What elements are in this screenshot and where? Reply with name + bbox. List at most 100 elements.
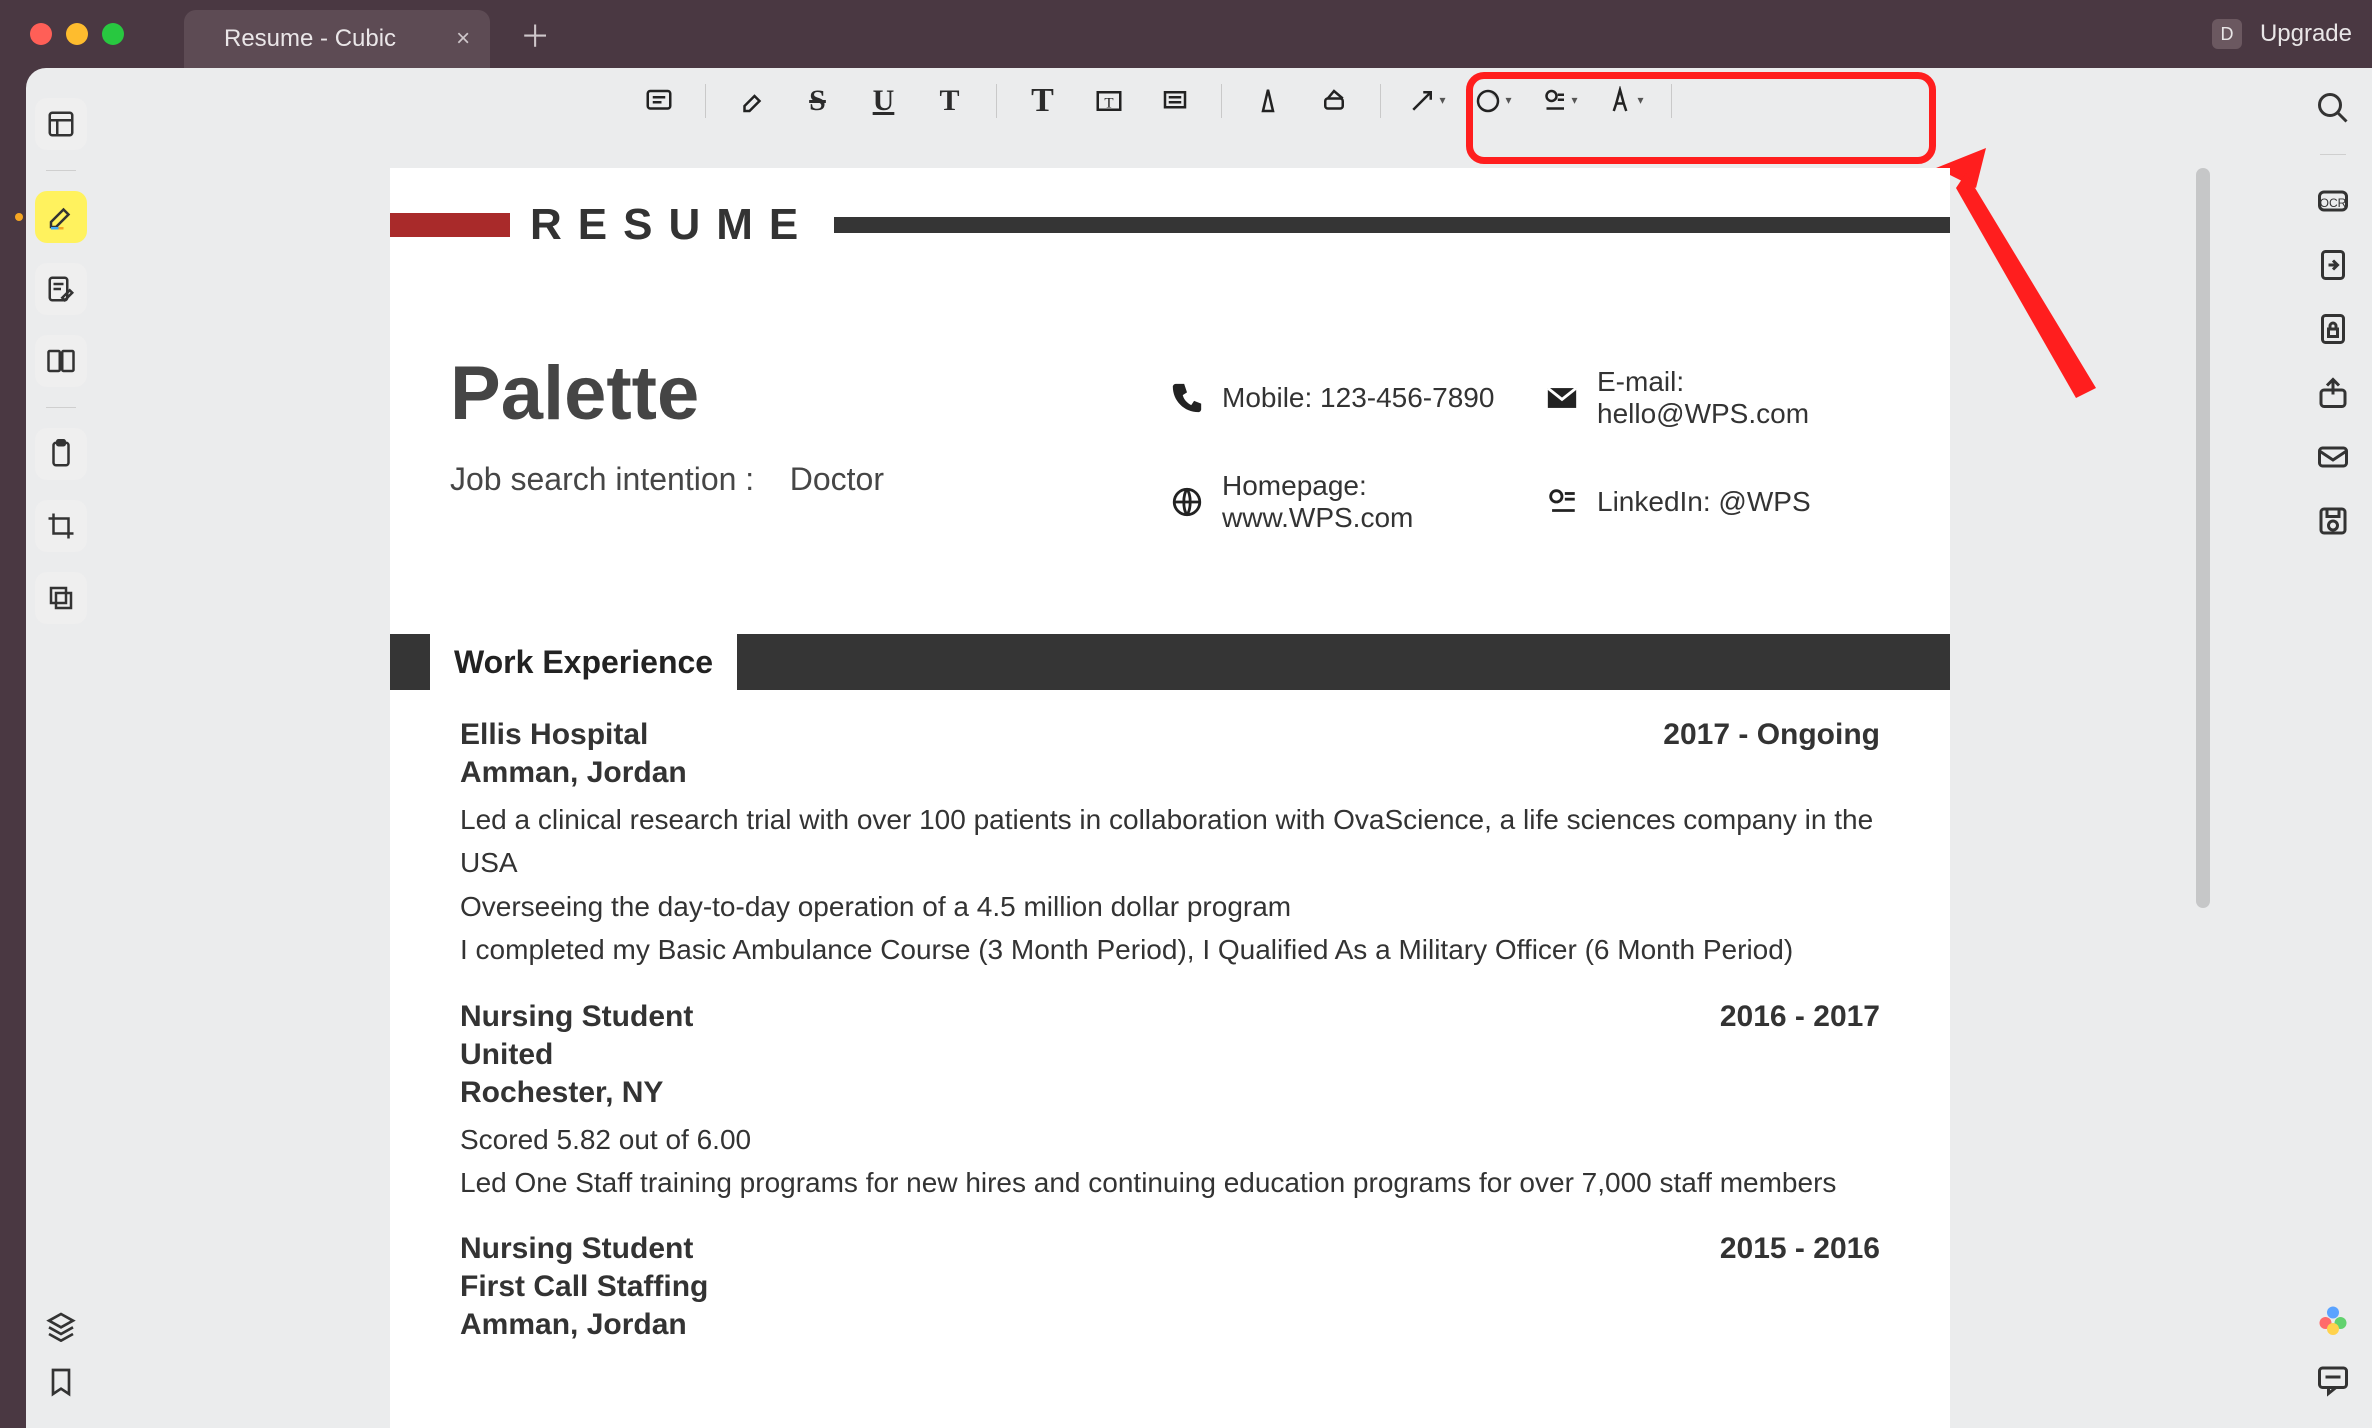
linkedin-icon — [1545, 485, 1579, 519]
highlighter-tool[interactable] — [35, 191, 87, 243]
text-button[interactable]: T — [1015, 76, 1071, 126]
new-tab-button[interactable]: ＋ — [520, 12, 550, 56]
exp-line: I completed my Basic Ambulance Course (3… — [460, 928, 1880, 971]
exp-line: Overseeing the day-to-day operation of a… — [460, 885, 1880, 928]
intent-label: Job search intention : — [450, 461, 754, 497]
exp-title: Nursing Student — [460, 1232, 693, 1266]
document-tab[interactable]: Resume - Cubic × — [184, 10, 490, 68]
protect-button[interactable] — [2315, 311, 2351, 347]
exp-sub: Rochester, NY — [460, 1076, 1880, 1110]
minimize-window-button[interactable] — [66, 23, 88, 45]
mobile-value: 123-456-7890 — [1320, 382, 1494, 413]
compare-icon — [46, 346, 76, 376]
thumbnails-icon — [46, 109, 76, 139]
resume-header: RESUME — [390, 168, 1950, 250]
linkedin-value: @WPS — [1718, 486, 1810, 517]
app-frame: S U T T T — [26, 68, 2372, 1428]
right-rail: OCR — [2294, 68, 2372, 1428]
feedback-button[interactable] — [2315, 1362, 2351, 1398]
save-button[interactable] — [2315, 503, 2351, 539]
scrollbar[interactable] — [2196, 168, 2210, 928]
svg-text:T: T — [1104, 95, 1113, 111]
svg-text:OCR: OCR — [2320, 196, 2347, 210]
textbox-icon: T — [1094, 86, 1124, 116]
convert-button[interactable] — [2315, 247, 2351, 283]
share-button[interactable] — [2315, 375, 2351, 411]
section-title: Work Experience — [430, 634, 737, 690]
highlight-button[interactable] — [724, 76, 780, 126]
mail-icon — [2315, 439, 2351, 475]
bookmark-icon — [45, 1366, 77, 1398]
text-icon: T — [1031, 82, 1054, 120]
highlighter-icon — [46, 202, 76, 232]
job-intent: Job search intention : Doctor — [450, 461, 1170, 498]
ocr-button[interactable]: OCR — [2315, 183, 2351, 219]
underline-button[interactable]: U — [856, 76, 912, 126]
contact-linkedin: LinkedIn: @WPS — [1545, 470, 1890, 534]
note-icon — [644, 86, 674, 116]
person-block: Palette Job search intention : Doctor Mo… — [390, 250, 1950, 574]
callout-button[interactable] — [1147, 76, 1203, 126]
scrollbar-thumb[interactable] — [2196, 168, 2210, 908]
note-button[interactable] — [631, 76, 687, 126]
search-button[interactable] — [2315, 90, 2351, 126]
layers-tool[interactable] — [35, 572, 87, 624]
edit-pen-tool[interactable] — [35, 263, 87, 315]
experience-item: Nursing Student2016 - 2017UnitedRocheste… — [390, 972, 1950, 1205]
ai-button[interactable] — [2315, 1302, 2351, 1338]
mobile-label: Mobile: — [1222, 382, 1312, 413]
protect-icon — [2315, 311, 2351, 347]
content-area: S U T T T — [96, 68, 2294, 1428]
contact-email: E-mail: hello@WPS.com — [1545, 366, 1890, 430]
titlebar: Resume - Cubic × ＋ D Upgrade — [0, 0, 2372, 68]
underline-icon: U — [873, 84, 895, 118]
window-controls — [30, 23, 124, 45]
strikethrough-button[interactable]: S — [790, 76, 846, 126]
email-label: E-mail: — [1597, 366, 1684, 397]
shape-button[interactable]: ▾ — [1465, 76, 1521, 126]
eraser-icon — [1319, 86, 1349, 116]
red-accent-bar — [390, 213, 510, 237]
eraser-button[interactable] — [1306, 76, 1362, 126]
document-viewport[interactable]: RESUME Palette Job search intention : Do… — [146, 138, 2194, 1428]
compare-tool[interactable] — [35, 335, 87, 387]
strikethrough-icon: S — [809, 84, 826, 118]
ai-flower-icon — [2315, 1302, 2351, 1338]
signature-button[interactable]: ▾ — [1597, 76, 1653, 126]
experience-item: Nursing Student2015 - 2016First Call Sta… — [390, 1204, 1950, 1342]
clipboard-tool[interactable] — [35, 428, 87, 480]
maximize-window-button[interactable] — [102, 23, 124, 45]
exp-title: Nursing Student — [460, 1000, 693, 1034]
close-tab-button[interactable]: × — [456, 25, 470, 53]
crop-tool[interactable] — [35, 500, 87, 552]
clipboard-icon — [46, 439, 76, 469]
bookmark-button[interactable] — [45, 1366, 77, 1398]
chevron-down-icon: ▾ — [1571, 93, 1577, 108]
document-page: RESUME Palette Job search intention : Do… — [390, 168, 1950, 1428]
layers-button[interactable] — [45, 1310, 77, 1342]
close-window-button[interactable] — [30, 23, 52, 45]
exp-period: 2016 - 2017 — [1720, 1000, 1880, 1034]
pencil-button[interactable] — [1240, 76, 1296, 126]
thumbnails-tool[interactable] — [35, 98, 87, 150]
textbox-button[interactable]: T — [1081, 76, 1137, 126]
experience-item: Ellis Hospital2017 - OngoingAmman, Jorda… — [390, 690, 1950, 972]
callout-icon — [1160, 86, 1190, 116]
user-avatar[interactable]: D — [2212, 19, 2242, 49]
exp-lines: Led a clinical research trial with over … — [460, 798, 1880, 972]
person-name: Palette — [450, 350, 1170, 437]
globe-icon — [1170, 485, 1204, 519]
stamp-icon — [1539, 86, 1569, 116]
search-icon — [2315, 90, 2351, 126]
edit-pen-icon — [46, 274, 76, 304]
tab-title: Resume - Cubic — [224, 25, 396, 53]
convert-icon — [2315, 247, 2351, 283]
upgrade-button[interactable]: Upgrade — [2260, 20, 2352, 48]
crop-icon — [46, 511, 76, 541]
stamp-button[interactable]: ▾ — [1531, 76, 1587, 126]
squiggly-button[interactable]: T — [922, 76, 978, 126]
exp-line: Scored 5.82 out of 6.00 — [460, 1118, 1880, 1161]
mail-button[interactable] — [2315, 439, 2351, 475]
pencil-icon — [1253, 86, 1283, 116]
arrow-shape-button[interactable]: ▾ — [1399, 76, 1455, 126]
